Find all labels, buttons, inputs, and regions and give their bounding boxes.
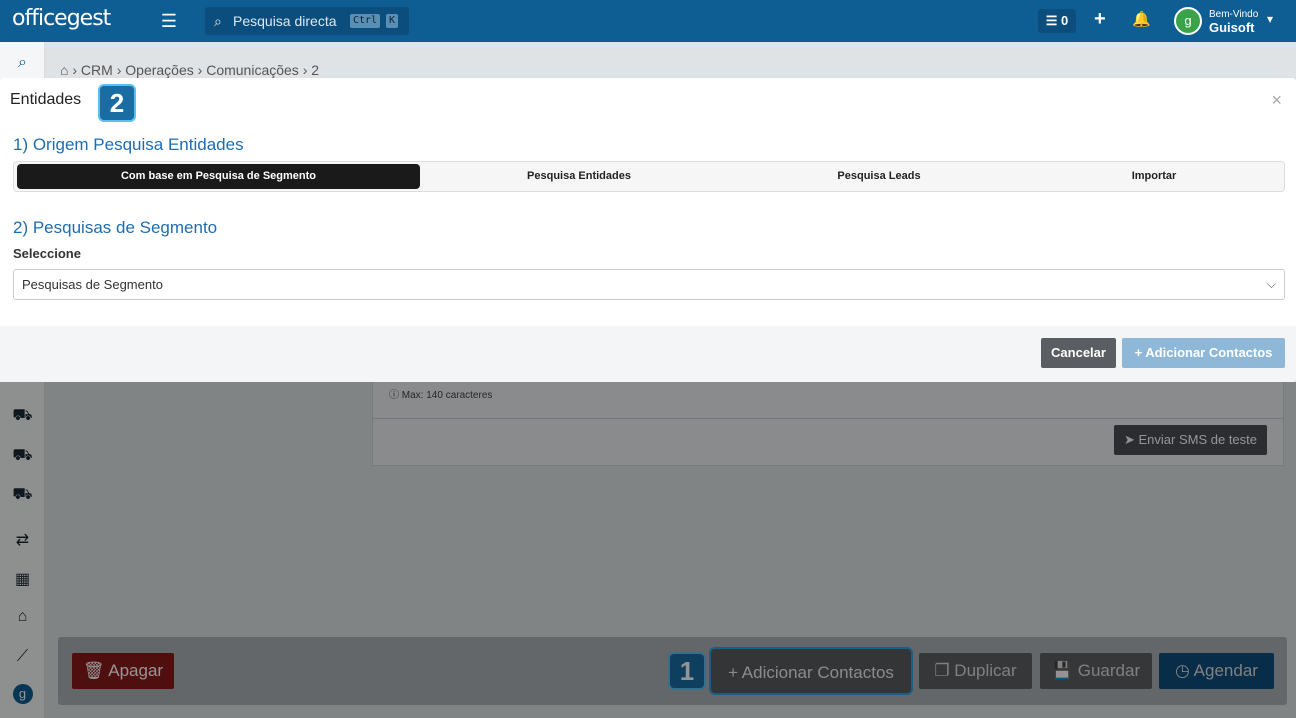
callout-badge: 2 [98, 84, 136, 122]
search-icon: ⌕ [214, 13, 222, 29]
welcome-text: Bem-Vindo [1209, 9, 1259, 20]
avatar[interactable]: g [1174, 7, 1202, 35]
user-menu[interactable]: Bem-Vindo Guisoft [1209, 9, 1259, 35]
shortcut-ctrl: Ctrl [350, 14, 381, 28]
select-value: Pesquisas de Segmento [22, 277, 163, 292]
search-icon[interactable]: ⌕ [0, 54, 45, 72]
breadcrumb-item[interactable]: Comunicações [206, 62, 299, 78]
modal-add-contacts-button[interactable]: + Adicionar Contactos [1122, 338, 1285, 368]
close-icon[interactable]: × [1271, 90, 1282, 111]
shortcut-key: K [386, 14, 399, 28]
app-logo[interactable]: officegest [12, 6, 111, 31]
breadcrumb-item[interactable]: CRM [81, 62, 113, 78]
breadcrumb: ⌂ › CRM › Operações › Comunicações › 2 [60, 62, 320, 78]
tab-entity-search[interactable]: Pesquisa Entidades [424, 164, 734, 189]
tasks-count: 0 [1061, 13, 1069, 28]
cancel-button[interactable]: Cancelar [1041, 338, 1116, 368]
tab-leads-search[interactable]: Pesquisa Leads [734, 164, 1024, 189]
search-placeholder: Pesquisa directa [233, 13, 337, 29]
sidebar-backdrop [0, 382, 45, 718]
tasks-icon: ☰ [1045, 13, 1058, 28]
segment-search-select[interactable]: Pesquisas de Segmento ⌵ [13, 269, 1285, 300]
chevron-down-icon: ⌵ [1266, 277, 1276, 291]
modal-title: Entidades [10, 91, 82, 108]
tasks-button[interactable]: ☰ 0 [1038, 9, 1076, 33]
top-bar: officegest ☰ ⌕ Pesquisa directa Ctrl K ☰… [0, 0, 1296, 42]
search-input[interactable]: ⌕ Pesquisa directa Ctrl K [205, 7, 409, 35]
home-icon[interactable]: ⌂ [60, 62, 68, 78]
chevron-down-icon[interactable]: ▾ [1267, 12, 1273, 26]
select-label: Seleccione [13, 246, 81, 261]
menu-icon[interactable]: ☰ [160, 12, 178, 30]
add-icon[interactable]: + [1094, 8, 1106, 31]
origin-tabs: Com base em Pesquisa de Segmento Pesquis… [13, 161, 1285, 192]
modal-backdrop [45, 382, 1296, 718]
bell-icon[interactable]: 🔔 [1132, 10, 1151, 28]
tab-import[interactable]: Importar [1024, 164, 1284, 189]
breadcrumb-item[interactable]: Operações [125, 62, 193, 78]
entities-modal: Entidades 2 × 1) Origem Pesquisa Entidad… [0, 78, 1296, 382]
breadcrumb-item: 2 [311, 62, 320, 78]
section-origin-title: 1) Origem Pesquisa Entidades [13, 135, 244, 154]
username: Guisoft [1209, 20, 1255, 35]
tab-segment-search[interactable]: Com base em Pesquisa de Segmento [17, 164, 420, 189]
section-segment-title: 2) Pesquisas de Segmento [13, 218, 218, 237]
